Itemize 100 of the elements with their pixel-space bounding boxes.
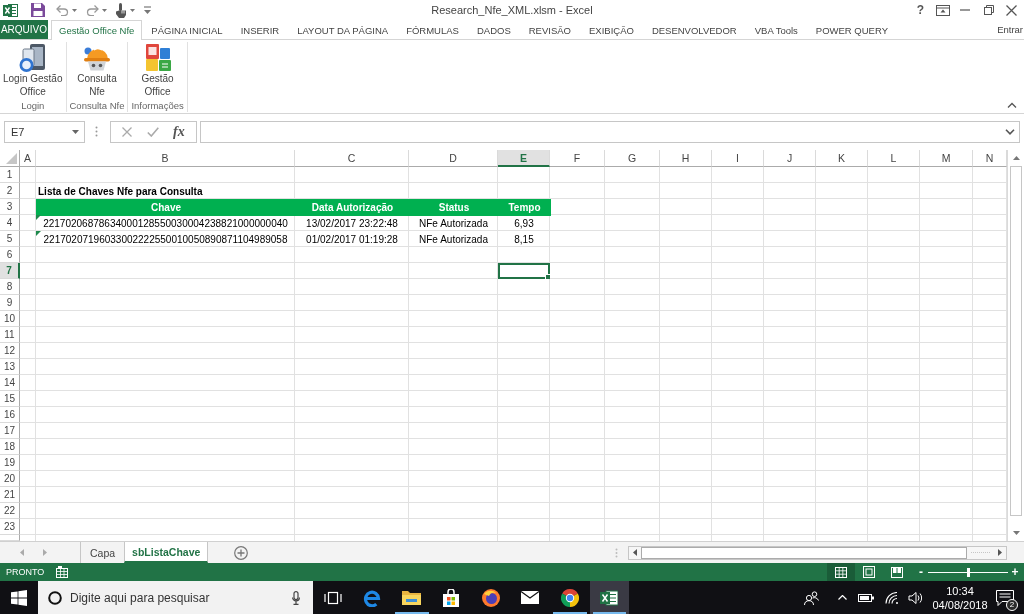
spreadsheet-logo-icon[interactable] [3,2,18,18]
row-header[interactable]: 10 [0,311,20,327]
ribbon-tab[interactable]: POWER QUERY [806,20,897,39]
down-arrow-icon[interactable] [1012,531,1020,535]
people-icon[interactable] [804,590,819,605]
ribbon-tab[interactable]: PÁGINA INICIAL [142,20,232,39]
row-header[interactable]: 12 [0,343,20,359]
column-header[interactable]: G [605,150,660,167]
ribbon-tab[interactable]: VBA Tools [745,20,807,39]
row-header[interactable]: 14 [0,375,20,391]
column-header[interactable]: I [712,150,764,167]
insert-function-button[interactable]: fx [173,123,185,140]
chevron-down-icon[interactable] [1005,128,1015,135]
column-header[interactable]: J [764,150,816,167]
ribbon-button[interactable]: Gestão Office [141,43,174,98]
horizontal-scrollbar[interactable] [628,545,1007,560]
sheet-tab[interactable]: sbListaChave [124,542,209,563]
active-cell[interactable] [498,263,550,279]
row-header[interactable]: 22 [0,503,20,519]
sheet-tab[interactable]: Capa [81,542,125,563]
dropdown-caret-icon[interactable] [130,8,135,12]
clock-date[interactable]: 04/08/2018 [932,597,988,612]
battery-icon[interactable] [858,593,874,602]
ribbon-button[interactable]: Consulta Nfe [77,43,117,98]
ribbon-tab[interactable]: DESENVOLVEDOR [642,20,746,39]
ribbon-tab[interactable]: LAYOUT DA PÁGINA [288,20,398,39]
row-header[interactable]: 3 [0,199,20,215]
row-header[interactable]: 9 [0,295,20,311]
row-header[interactable]: 2 [0,183,20,199]
row-header[interactable]: 7 [0,263,20,279]
view-button[interactable] [827,563,855,581]
shopping-bag-icon[interactable] [442,588,461,607]
customize-icon[interactable] [144,6,151,14]
column-header[interactable]: L [868,150,920,167]
undo-icon[interactable] [56,4,69,16]
help-button[interactable]: ? [916,3,924,17]
ribbon-tab[interactable]: REVISÃO [519,20,580,39]
scroll-thumb[interactable] [1010,166,1022,516]
ribbon-tab[interactable]: EXIBIÇÃO [580,20,643,39]
row-header[interactable]: 20 [0,471,20,487]
column-header[interactable]: D [409,150,498,167]
column-header[interactable]: E [498,150,550,167]
file-tab[interactable]: ARQUIVO [0,20,48,39]
ribbon-tab[interactable]: DADOS [467,20,520,39]
row-header[interactable]: 21 [0,487,20,503]
scroll-thumb[interactable] [641,546,967,559]
column-header[interactable]: K [816,150,868,167]
row-header[interactable]: 5 [0,231,20,247]
row-header[interactable]: 11 [0,327,20,343]
ribbon-tab[interactable]: FÓRMULAS [397,20,468,39]
circle-icon[interactable] [48,590,62,605]
notification-count[interactable]: 2 [1006,598,1018,611]
collapse-ribbon-icon[interactable] [1007,102,1017,108]
e-logo-icon[interactable] [363,588,382,607]
add-sheet-icon[interactable] [234,545,249,560]
page-break-icon[interactable] [891,566,903,578]
vertical-scrollbar[interactable] [1007,150,1024,541]
sign-in-link[interactable]: Entrar [997,24,1024,35]
name-box[interactable]: E7 [4,120,85,143]
zoom-in-button[interactable]: + [1011,566,1019,578]
task-view-icon[interactable] [323,590,342,605]
caret-icon[interactable] [72,129,79,134]
close-icon[interactable] [1006,4,1017,16]
row-header[interactable]: 1 [0,167,20,183]
envelope-icon[interactable] [521,591,540,604]
row-header[interactable]: 17 [0,423,20,439]
restore-icon[interactable] [984,5,994,15]
column-header[interactable]: M [920,150,973,167]
dropdown-caret-icon[interactable] [72,8,77,12]
macro-icon[interactable] [56,566,69,578]
ribbon-display-icon[interactable] [936,4,950,16]
left-arrow-icon[interactable] [633,549,637,556]
wifi-icon[interactable] [885,591,899,604]
ribbon-tab[interactable]: Gestão Office Nfe [51,20,143,40]
check-icon[interactable] [146,126,159,137]
microphone-icon[interactable] [292,590,300,605]
row-header[interactable]: 13 [0,359,20,375]
row-header[interactable]: 4 [0,215,20,231]
column-header[interactable]: A [20,150,36,167]
notification-icon[interactable] [996,589,1014,606]
speaker-icon[interactable] [908,591,922,604]
row-header[interactable]: 23 [0,519,20,535]
right-arrow-icon[interactable] [998,549,1002,556]
up-arrow-icon[interactable] [1012,156,1020,160]
row-header[interactable]: 15 [0,391,20,407]
save-icon[interactable] [31,3,45,17]
ribbon-button[interactable]: Login Gestão Office [3,43,63,98]
dropdown-caret-icon[interactable] [102,8,107,12]
column-header[interactable]: F [550,150,605,167]
column-header[interactable]: B [36,150,295,167]
globe-logo-icon[interactable] [481,588,500,607]
redo-icon[interactable] [86,4,99,16]
formula-input[interactable] [200,120,1020,143]
folder-icon[interactable] [402,590,422,605]
row-header[interactable]: 16 [0,407,20,423]
row-header[interactable]: 6 [0,247,20,263]
start-icon[interactable] [11,589,27,606]
zoom-out-button[interactable]: - [917,566,925,578]
chevron-up-icon[interactable] [838,595,847,600]
row-header[interactable]: 8 [0,279,20,295]
